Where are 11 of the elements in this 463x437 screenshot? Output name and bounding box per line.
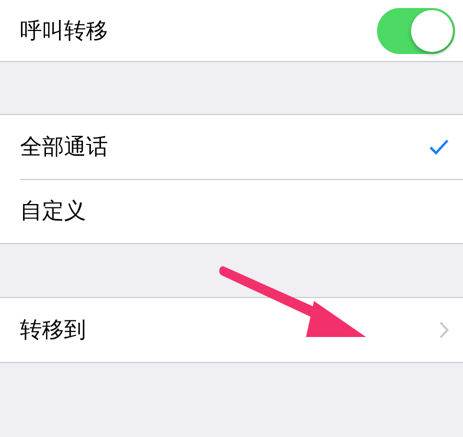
chevron-icon bbox=[439, 321, 449, 339]
row-label: 转移到 bbox=[20, 317, 86, 345]
option-row[interactable]: 自定义 bbox=[0, 179, 463, 243]
row-label: 呼叫转移 bbox=[20, 18, 108, 46]
checkmark-icon bbox=[429, 139, 449, 155]
switch-row[interactable]: 呼叫转移 bbox=[0, 0, 463, 61]
row-label: 自定义 bbox=[20, 198, 86, 226]
toggle-switch[interactable] bbox=[377, 8, 455, 54]
forward-row[interactable]: 转移到 bbox=[0, 298, 463, 362]
option-row[interactable]: 全部通话 bbox=[0, 115, 463, 179]
row-label: 全部通话 bbox=[20, 134, 108, 162]
